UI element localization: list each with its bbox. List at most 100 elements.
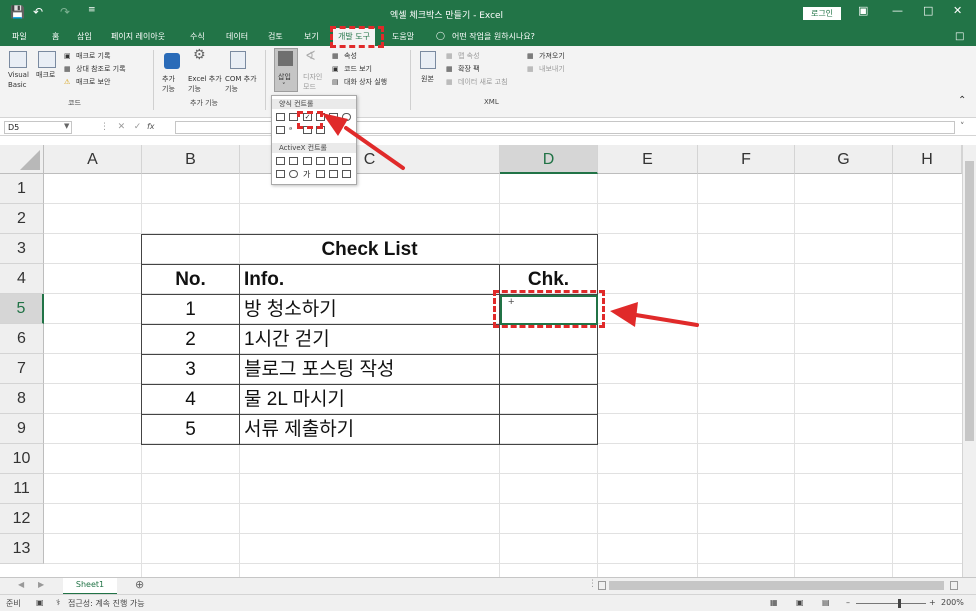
table-title[interactable]: Check List (142, 235, 598, 265)
addins-button[interactable]: 추가 기능 (162, 74, 182, 94)
column-header-h[interactable]: H (893, 145, 962, 174)
properties-icon[interactable]: ▦ (332, 51, 339, 61)
activex-option-icon[interactable] (276, 170, 285, 178)
zoom-out-icon[interactable]: – (846, 598, 850, 607)
activex-toggle-icon[interactable] (329, 170, 338, 178)
tab-review[interactable]: 검토 (268, 31, 283, 42)
row-header-10[interactable]: 10 (0, 444, 44, 474)
activex-image-icon[interactable] (316, 170, 325, 178)
sheet-tab-sheet1[interactable]: Sheet1 (63, 578, 117, 595)
vertical-scroll-thumb[interactable] (965, 161, 974, 441)
ribbon-display-icon[interactable]: ▣ (858, 4, 868, 17)
activex-listbox-icon[interactable] (342, 157, 351, 165)
visual-basic-icon[interactable] (9, 51, 27, 68)
activex-textbox-icon[interactable] (316, 157, 325, 165)
xml-source-button[interactable]: 원본 (421, 74, 434, 84)
properties-button[interactable]: 속성 (344, 51, 357, 61)
tab-help[interactable]: 도움말 (392, 31, 414, 42)
row-header-6[interactable]: 6 (0, 324, 44, 354)
export-button[interactable]: 내보내기 (539, 64, 565, 74)
run-dialog-icon[interactable]: ▤ (332, 77, 339, 87)
zoom-level[interactable]: 200% (941, 598, 964, 607)
activex-checkbox-icon[interactable] (303, 157, 312, 165)
add-sheet-icon[interactable]: ⊕ (135, 578, 144, 591)
relative-ref-icon[interactable]: ▦ (64, 64, 71, 74)
table-cell-chk[interactable] (500, 355, 598, 385)
gear-icon[interactable]: ⚙ (193, 48, 206, 62)
more-controls-icon[interactable] (342, 170, 351, 178)
column-header-e[interactable]: E (598, 145, 698, 174)
worksheet-grid[interactable]: A B C D E F G H 1 2 3 4 5 6 7 8 9 10 11 … (0, 145, 962, 577)
tab-split-handle[interactable]: ⋮ (588, 579, 597, 589)
table-cell-no[interactable]: 3 (142, 355, 240, 385)
column-header-d[interactable]: D (500, 145, 598, 174)
macro-icon[interactable] (38, 51, 56, 68)
tab-insert[interactable]: 삽입 (77, 31, 92, 42)
vertical-scrollbar[interactable] (962, 145, 976, 577)
tab-view[interactable]: 보기 (304, 31, 319, 42)
option-button-icon[interactable] (342, 113, 351, 121)
zoom-slider-thumb[interactable] (898, 599, 901, 608)
maximize-icon[interactable]: □ (923, 4, 933, 17)
column-header-b[interactable]: B (142, 145, 240, 174)
view-code-button[interactable]: 코드 보기 (344, 64, 372, 74)
com-addins-button[interactable]: COM 추가 기능 (225, 74, 261, 94)
tell-me-box[interactable]: 어떤 작업을 원하시나요? (452, 31, 535, 42)
group-box-icon[interactable] (276, 126, 285, 134)
tab-file[interactable]: 파일 (12, 31, 27, 42)
expansion-packs-icon[interactable]: ▦ (446, 64, 453, 74)
name-box[interactable]: D5 (4, 121, 72, 134)
customize-qat-icon[interactable]: ≡ (88, 5, 96, 15)
table-cell-info[interactable]: 블로그 포스팅 작성 (240, 355, 500, 385)
table-cell-info[interactable]: 방 청소하기 (240, 295, 500, 325)
table-cell-info[interactable]: 물 2L 마시기 (240, 385, 500, 415)
row-header-1[interactable]: 1 (0, 174, 44, 204)
undo-icon[interactable]: ↶ (33, 5, 43, 19)
visual-basic-button[interactable]: Visual Basic (8, 70, 32, 90)
table-cell-no[interactable]: 4 (142, 385, 240, 415)
activex-label-icon[interactable]: 가 (303, 169, 310, 180)
row-header-11[interactable]: 11 (0, 474, 44, 504)
table-cell-no[interactable]: 1 (142, 295, 240, 325)
hscroll-left-icon[interactable] (598, 581, 606, 590)
column-header-f[interactable]: F (698, 145, 795, 174)
redo-icon[interactable]: ↷ (60, 5, 70, 19)
row-header-12[interactable]: 12 (0, 504, 44, 534)
table-cell-info[interactable]: 1시간 걷기 (240, 325, 500, 355)
zoom-slider[interactable] (856, 603, 926, 604)
table-cell-info[interactable]: 서류 제출하기 (240, 415, 500, 445)
record-macro-button[interactable]: 매크로 기록 (76, 51, 110, 61)
save-icon[interactable]: 💾 (10, 5, 25, 19)
list-box-icon[interactable] (329, 113, 338, 121)
row-header-2[interactable]: 2 (0, 204, 44, 234)
row-header-8[interactable]: 8 (0, 384, 44, 414)
table-cell-chk[interactable] (500, 385, 598, 415)
label-control-icon[interactable]: ᵃ (289, 125, 292, 134)
com-addins-icon[interactable] (230, 51, 246, 69)
tab-home[interactable]: 홈 (52, 31, 59, 42)
table-cell-no[interactable]: 2 (142, 325, 240, 355)
import-icon[interactable]: ▦ (527, 51, 534, 61)
activex-radio-icon[interactable] (289, 170, 298, 178)
tab-data[interactable]: 데이터 (226, 31, 248, 42)
record-macro-icon[interactable]: ▣ (64, 51, 71, 61)
row-header-13[interactable]: 13 (0, 534, 44, 564)
tab-page-layout[interactable]: 페이지 레이아웃 (111, 31, 165, 42)
refresh-data-button[interactable]: 데이터 새로 고침 (458, 77, 508, 87)
scroll-left-icon[interactable]: ◀ (18, 580, 24, 589)
page-layout-view-icon[interactable]: ▣ (796, 598, 804, 607)
collapse-ribbon-icon[interactable]: ⌃ (958, 96, 966, 106)
hscroll-right-icon[interactable] (950, 581, 958, 590)
activex-scrollbar-icon[interactable] (329, 157, 338, 165)
table-cell-chk[interactable] (500, 325, 598, 355)
expansion-packs-button[interactable]: 확장 팩 (458, 64, 480, 74)
row-header-4[interactable]: 4 (0, 264, 44, 294)
addins-icon[interactable] (164, 53, 180, 69)
excel-addins-button[interactable]: Excel 추가 기능 (188, 74, 222, 94)
minimize-icon[interactable]: — (892, 4, 903, 17)
fx-label[interactable]: fx (147, 122, 155, 131)
header-info[interactable]: Info. (240, 265, 500, 295)
accessibility-status[interactable]: 접근성: 계속 진행 가능 (68, 598, 145, 609)
column-header-g[interactable]: G (795, 145, 893, 174)
header-no[interactable]: No. (142, 265, 240, 295)
